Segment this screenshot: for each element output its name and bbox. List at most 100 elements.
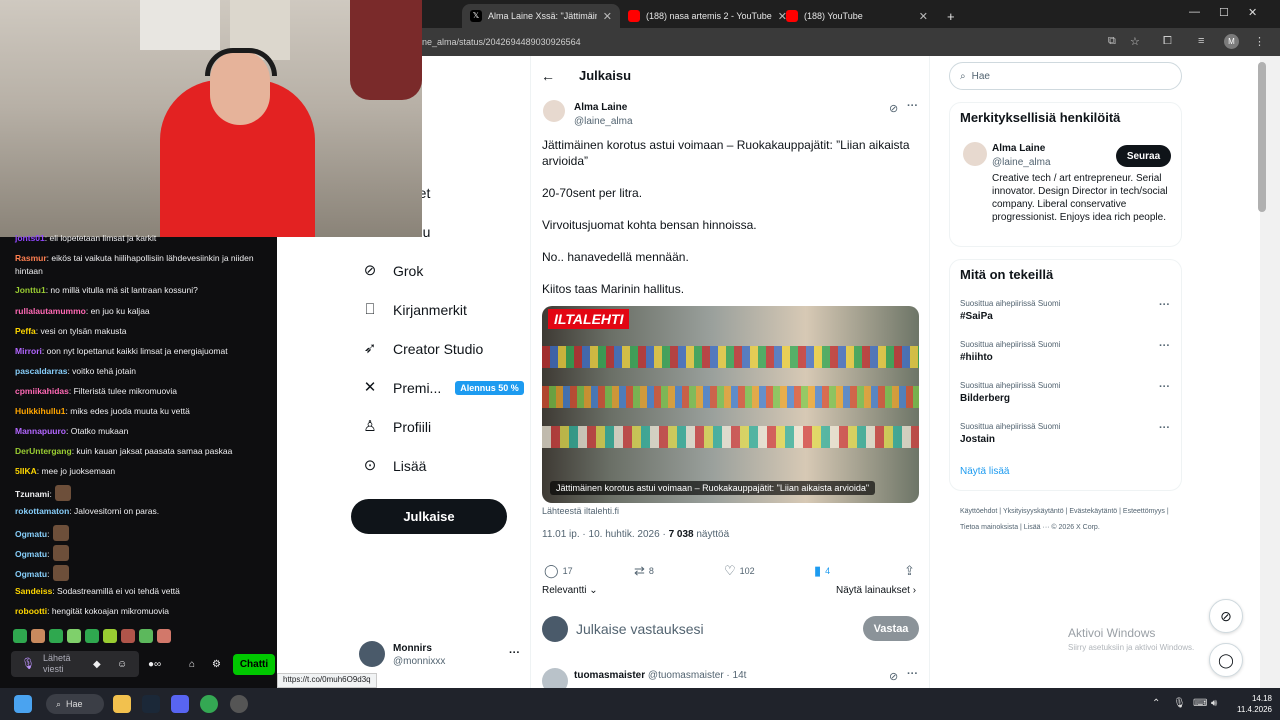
maximize-icon[interactable]: ☐	[1219, 6, 1229, 19]
steam-icon[interactable]	[142, 695, 160, 713]
menu-icon[interactable]: ⋮	[1254, 35, 1265, 48]
store-icon[interactable]: ⌂	[189, 659, 195, 670]
system-clock[interactable]: 14.18 11.4.2026	[1228, 693, 1272, 715]
person-handle[interactable]: @laine_alma	[992, 157, 1051, 168]
plus-icon[interactable]: +	[947, 9, 955, 24]
nav-profile[interactable]: ♙ Profiili	[361, 418, 431, 436]
new-tab-button[interactable]: +	[939, 4, 959, 28]
more-icon[interactable]: ···	[1159, 422, 1170, 434]
windows-start-icon[interactable]	[14, 695, 32, 713]
link-source[interactable]: Lähteestä iltalehti.fi	[542, 506, 619, 516]
nav-more[interactable]: ⊙ Lisää	[361, 457, 427, 475]
taskbar-search[interactable]: ⌕ Hae	[46, 694, 104, 714]
cast-icon[interactable]: ⧉	[1108, 35, 1116, 48]
trend-item[interactable]: Bilderberg	[960, 393, 1010, 404]
chat-username[interactable]: Hulkkihullu1	[15, 406, 66, 416]
avatar[interactable]	[543, 100, 565, 122]
chat-username[interactable]: pascaldarras	[15, 366, 67, 376]
emote[interactable]	[49, 629, 63, 643]
nav-bookmarks[interactable]: ⎕ Kirjanmerkit	[361, 301, 466, 319]
emote[interactable]	[67, 629, 81, 643]
nav-grok[interactable]: ⊘ Grok	[361, 262, 424, 280]
grok-float-button[interactable]: ⊘	[1209, 599, 1243, 633]
author-handle[interactable]: @laine_alma	[574, 116, 633, 127]
microphone-icon[interactable]: 🎙︎	[21, 657, 35, 670]
back-arrow-icon[interactable]: ←	[541, 68, 555, 84]
repost-action[interactable]: ⇄ 8	[634, 563, 654, 579]
chat-username[interactable]: rokottamaton	[15, 506, 69, 516]
emote[interactable]	[52, 545, 69, 561]
person-name[interactable]: Alma Laine	[992, 143, 1045, 154]
reply-button[interactable]: Vastaa	[863, 616, 919, 641]
emote[interactable]	[31, 629, 45, 643]
emote[interactable]	[139, 629, 153, 643]
more-icon[interactable]: ···	[1159, 381, 1170, 393]
emote[interactable]	[157, 629, 171, 643]
chat-send-button[interactable]: Chatti	[233, 654, 275, 675]
nav-creator-studio[interactable]: ➶ Creator Studio	[361, 340, 484, 358]
chat-username[interactable]: DerUntergang	[15, 446, 72, 456]
reply-author[interactable]: tuomasmaister	[574, 670, 645, 681]
bookmark-action[interactable]: ▮ 4	[814, 563, 830, 579]
close-icon[interactable]: ✕	[603, 10, 612, 23]
chat-username[interactable]: Ogmatu	[15, 569, 47, 579]
search-input[interactable]: ⌕ Hae	[949, 62, 1182, 90]
chat-username[interactable]: Jonttu1	[15, 285, 46, 295]
chat-username[interactable]: Ogmatu	[15, 529, 47, 539]
emote[interactable]	[85, 629, 99, 643]
chat-username[interactable]: Ogmatu	[15, 549, 47, 559]
chat-username[interactable]: Sandeiss	[15, 586, 52, 596]
close-icon[interactable]: ✕	[919, 10, 928, 23]
settings-gear-icon[interactable]: ⚙	[212, 659, 221, 670]
show-more-link[interactable]: Näytä lisää	[960, 466, 1009, 477]
chat-username[interactable]: 5IIKA	[15, 466, 37, 476]
network-icon[interactable]: ⌨	[1193, 698, 1207, 709]
emote[interactable]	[52, 565, 69, 581]
more-icon[interactable]: ···	[1159, 340, 1170, 352]
like-action[interactable]: ♡ 102	[724, 563, 755, 579]
emote[interactable]	[52, 525, 69, 541]
obs-icon[interactable]	[230, 695, 248, 713]
microphone-icon[interactable]: 🎙︎	[1173, 698, 1186, 709]
volume-icon[interactable]: 🔊︎	[1211, 698, 1217, 709]
chat-username[interactable]: Peffa	[15, 326, 36, 336]
more-icon[interactable]: ···	[907, 100, 918, 112]
trend-item[interactable]: #SaiPa	[960, 311, 993, 322]
sort-dropdown[interactable]: Relevantti ⌄	[542, 585, 598, 596]
trend-item[interactable]: #hiihto	[960, 352, 993, 363]
star-icon[interactable]: ☆	[1130, 35, 1140, 48]
reply-action[interactable]: ◯ 17	[544, 563, 573, 579]
chat-username[interactable]: jonts01	[15, 233, 45, 243]
chat-username[interactable]: Mirrori	[15, 346, 42, 356]
emote[interactable]	[54, 485, 71, 501]
profile-avatar[interactable]: M	[1224, 34, 1239, 49]
reply-input[interactable]: Julkaise vastauksesi	[576, 621, 704, 637]
extensions-icon[interactable]: ⧠	[1163, 35, 1172, 48]
emote[interactable]	[103, 629, 117, 643]
grok-icon[interactable]: ⊘	[889, 670, 898, 683]
author-name[interactable]: Alma Laine	[574, 102, 627, 113]
chat-username[interactable]: robootti	[15, 606, 47, 616]
trend-item[interactable]: Jostain	[960, 434, 995, 445]
tab-youtube[interactable]: (188) YouTube ✕	[778, 4, 936, 28]
file-explorer-icon[interactable]	[113, 695, 131, 713]
account-switcher[interactable]: Monnirs @monnixxx ···	[359, 641, 520, 671]
view-quotes-link[interactable]: Näytä lainaukset ›	[836, 585, 916, 596]
emote[interactable]	[13, 629, 27, 643]
footer-links[interactable]: Käyttöehdot | Yksityisyyskäytäntö | Eväs…	[960, 504, 1175, 536]
messages-float-button[interactable]: ◯	[1209, 643, 1243, 677]
follow-button[interactable]: Seuraa	[1116, 145, 1171, 167]
more-icon[interactable]: ···	[1159, 299, 1170, 311]
chat-username[interactable]: Mannapuuro	[15, 426, 66, 436]
more-icon[interactable]: ···	[907, 668, 918, 680]
share-action[interactable]: ⇪	[904, 563, 915, 579]
scrollbar-thumb[interactable]	[1258, 62, 1266, 212]
more-icon[interactable]: ···	[509, 647, 520, 659]
chat-username[interactable]: Rasmur	[15, 253, 47, 263]
discord-icon[interactable]	[171, 695, 189, 713]
bits-icon[interactable]: ◆	[93, 659, 101, 670]
chrome-icon[interactable]	[200, 695, 218, 713]
close-window-icon[interactable]: ✕	[1248, 6, 1257, 19]
emoji-icon[interactable]: ☺	[117, 659, 127, 670]
chat-username[interactable]: Tzunami	[15, 489, 49, 499]
